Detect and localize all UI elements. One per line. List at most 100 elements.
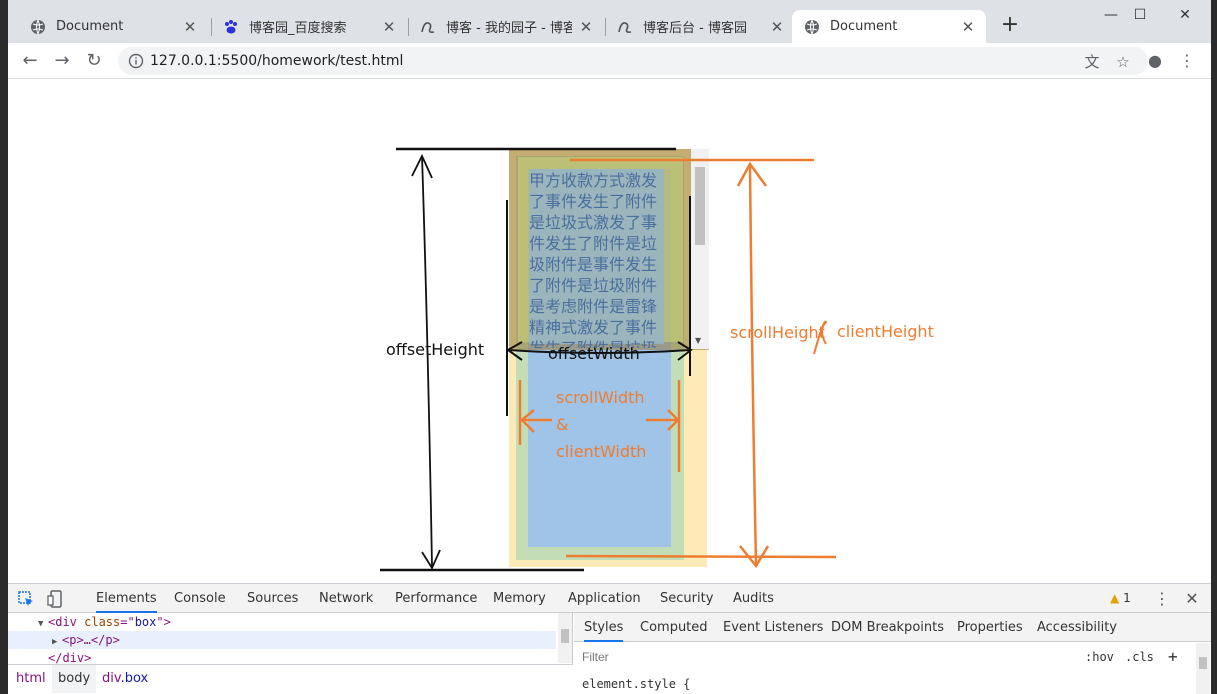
close-window-button[interactable]: ✕ [1165, 4, 1205, 26]
cls-toggle-button[interactable]: .cls [1125, 647, 1154, 667]
devtools-tab-console[interactable]: Console [174, 584, 226, 613]
dom-scrollbar[interactable] [558, 613, 572, 663]
tab-title: 博客后台 - 博客园 [643, 21, 747, 36]
styles-tab-properties[interactable]: Properties [957, 613, 1023, 642]
styles-tab-dom-breakpoints[interactable]: DOM Breakpoints [831, 613, 944, 642]
translate-icon[interactable]: 文 [1083, 53, 1101, 71]
dom-node-div-box[interactable]: ▼ <div class="box"> [8, 613, 556, 631]
offset-width-label: offsetWidth [548, 344, 640, 363]
new-tab-button[interactable]: + [998, 14, 1022, 38]
account-icon[interactable]: ● [1145, 51, 1165, 71]
inspect-element-icon[interactable] [16, 589, 36, 609]
tab-title: Document [830, 19, 898, 34]
tab-close-button[interactable]: ✕ [960, 19, 976, 35]
globe-icon [805, 19, 819, 34]
styles-tab-computed[interactable]: Computed [640, 613, 708, 642]
tag-end: "> [156, 615, 171, 629]
styles-filter-row: :hov .cls + [574, 643, 1211, 671]
node-text: </div> [48, 651, 92, 665]
devtools-tab-sources[interactable]: Sources [247, 584, 298, 613]
styles-scrollbar[interactable] [1196, 643, 1210, 694]
client-height-label: clientHeight [837, 322, 934, 341]
box-paragraph: 甲方收款方式激发了事件发生了附件是垃圾式激发了事件发生了附件是垃圾附件是事件发生… [529, 171, 658, 348]
reload-button[interactable]: ↻ [82, 49, 106, 73]
warning-triangle-icon: ▲ [1110, 591, 1120, 605]
tab-baidu-search[interactable]: 博客园_百度搜索 ✕ [211, 10, 407, 43]
device-toolbar-icon[interactable] [46, 589, 66, 609]
styles-tab-accessibility[interactable]: Accessibility [1037, 613, 1117, 642]
attr-name: class [84, 615, 121, 629]
url-text[interactable]: 127.0.0.1:5500/homework/test.html [150, 47, 403, 75]
offset-height-label: offsetHeight [386, 340, 485, 359]
client-width-label: clientWidth [556, 442, 647, 461]
address-bar[interactable]: 127.0.0.1:5500/homework/test.html 文 ☆ [118, 47, 1148, 75]
element-style-rule[interactable]: element.style { [582, 675, 690, 693]
warning-count: 1 [1123, 591, 1131, 605]
warning-counter[interactable]: ▲ 1 [1110, 584, 1131, 613]
cnblogs-icon [618, 21, 632, 33]
browser-window: Document ✕ 博客园_百度搜索 ✕ 博客 - 我的园子 - 博客园 ✕ … [8, 0, 1211, 694]
tag-open: <div [48, 615, 85, 629]
devtools-tab-application[interactable]: Application [568, 584, 641, 613]
back-button[interactable]: ← [18, 49, 42, 73]
forward-button[interactable]: → [50, 49, 74, 73]
tab-title: 博客 - 我的园子 - 博客园 [446, 21, 572, 36]
tab-document-1[interactable]: Document ✕ [18, 10, 208, 43]
devtools-tab-security[interactable]: Security [660, 584, 713, 613]
styles-tab-styles[interactable]: Styles [584, 613, 624, 642]
bookmark-star-icon[interactable]: ☆ [1114, 53, 1132, 71]
element-breadcrumb: html body div.box [8, 664, 573, 694]
styles-filter-input[interactable] [582, 647, 1082, 667]
devtools-tab-elements[interactable]: Elements [96, 584, 157, 613]
scroll-down-arrow-icon[interactable]: ▼ [695, 336, 701, 345]
breadcrumb-html[interactable]: html [16, 665, 46, 693]
tab-document-active[interactable]: Document ✕ [792, 10, 986, 43]
box-scrollbar[interactable]: ▼ [691, 149, 709, 349]
styles-tab-event-listeners[interactable]: Event Listeners [723, 613, 823, 642]
scroll-width-label: scrollWidth [556, 388, 645, 407]
devtools-tab-bar: Elements Console Sources Network Perform… [8, 584, 1211, 613]
globe-icon [31, 19, 45, 34]
crumb-class: .box [120, 671, 149, 686]
tab-cnblogs-admin[interactable]: 博客后台 - 博客园 ✕ [605, 10, 795, 43]
tab-close-button[interactable]: ✕ [381, 19, 397, 35]
browser-toolbar: ← → ↻ 127.0.0.1:5500/homework/test.html … [8, 43, 1211, 79]
tab-title: Document [56, 19, 124, 34]
tab-close-button[interactable]: ✕ [578, 19, 594, 35]
new-style-rule-button[interactable]: + [1168, 647, 1178, 667]
styles-scroll-thumb[interactable] [1199, 657, 1207, 669]
attr-eq: =" [120, 615, 135, 629]
menu-kebab-icon[interactable]: ⋮ [1177, 51, 1197, 71]
devtools-panel: Elements Console Sources Network Perform… [8, 583, 1211, 694]
breadcrumb-body[interactable]: body [52, 665, 97, 693]
node-text: <p>…</p> [62, 633, 120, 647]
attr-value: box [134, 615, 157, 629]
tab-close-button[interactable]: ✕ [769, 19, 785, 35]
crumb-tag: div [102, 671, 121, 686]
maximize-button[interactable]: ☐ [1120, 4, 1160, 26]
devtools-close-icon[interactable]: ✕ [1184, 584, 1200, 613]
devtools-more-icon[interactable]: ⋮ [1154, 584, 1170, 613]
scroll-height-label: scrollHeight [730, 323, 825, 342]
tab-title: 博客园_百度搜索 [249, 21, 347, 36]
baidu-paw-icon [225, 19, 237, 33]
cnblogs-icon [421, 21, 435, 33]
devtools-tab-memory[interactable]: Memory [493, 584, 546, 613]
page-viewport: 甲方收款方式激发了事件发生了附件是垃圾式激发了事件发生了附件是垃圾附件是事件发生… [8, 80, 1211, 583]
dom-node-p[interactable]: ▶ <p>…</p> [8, 631, 556, 649]
styles-pane: Styles Computed Event Listeners DOM Brea… [574, 613, 1211, 694]
tab-close-button[interactable]: ✕ [182, 19, 198, 35]
breadcrumb-div-box[interactable]: div.box [102, 665, 148, 693]
dom-scroll-thumb[interactable] [561, 629, 569, 643]
info-icon[interactable] [128, 53, 144, 69]
ampersand-label: & [556, 415, 569, 434]
tab-strip: Document ✕ 博客园_百度搜索 ✕ 博客 - 我的园子 - 博客园 ✕ … [8, 0, 1211, 43]
devtools-tab-network[interactable]: Network [319, 584, 373, 613]
styles-tab-bar: Styles Computed Event Listeners DOM Brea… [574, 613, 1211, 642]
tab-cnblogs-garden[interactable]: 博客 - 我的园子 - 博客园 ✕ [408, 10, 604, 43]
devtools-tab-audits[interactable]: Audits [733, 584, 774, 613]
scrollbar-thumb[interactable] [695, 167, 705, 245]
dom-tree-pane: ▼ <div class="box"> ▶ <p>…</p> </div> html… [8, 613, 573, 694]
hov-toggle-button[interactable]: :hov [1085, 647, 1114, 667]
devtools-tab-performance[interactable]: Performance [395, 584, 477, 613]
